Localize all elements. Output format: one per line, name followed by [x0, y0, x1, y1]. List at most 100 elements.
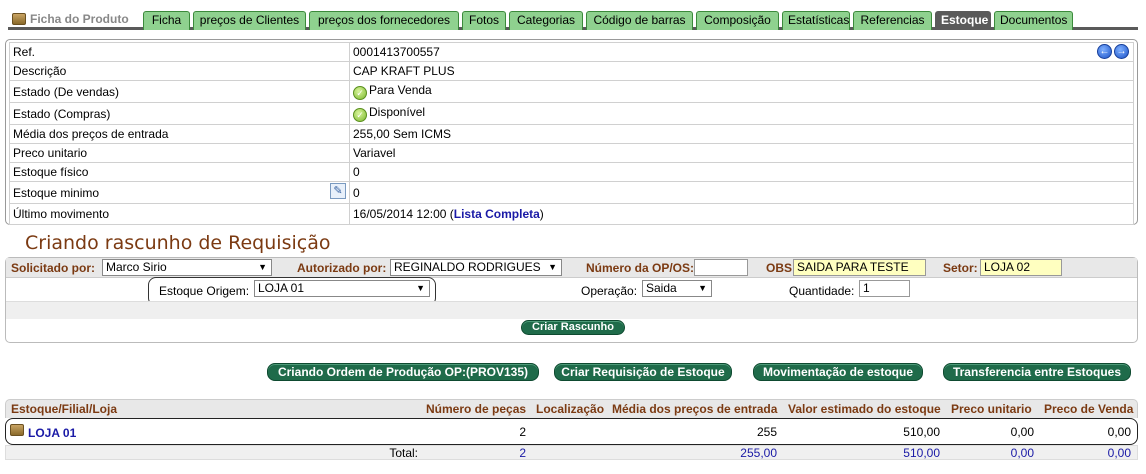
ultimo-cell: 16/05/2014 12:00 (Lista Completa)	[349, 203, 1134, 225]
tab-bar: Ficha do Produto Ficha preços de Cliente…	[8, 8, 1138, 30]
origem-select[interactable]: LOJA 01 ▼	[254, 280, 430, 297]
media-value: 255,00 Sem ICMS	[349, 124, 1134, 144]
stock-row-unitario: 0,00	[1010, 425, 1034, 439]
tab-estatisticas[interactable]: Estatísticas	[782, 11, 850, 30]
table-row: LOJA 01 2 255 510,00 0,00 0,00	[5, 418, 1138, 445]
header-valor: Valor estimado do estoque	[788, 402, 941, 416]
header-venda: Preco de Venda	[1044, 402, 1134, 416]
chevron-down-icon: ▼	[258, 262, 267, 272]
estado-compras-cell: ✓ Disponível	[349, 102, 1134, 125]
warehouse-box-icon	[10, 424, 24, 436]
setor-input[interactable]: LOJA 02	[980, 259, 1062, 276]
autorizado-select[interactable]: REGINALDO RODRIGUES ▼	[390, 259, 562, 276]
op-label: Número da OP/OS:	[586, 261, 695, 275]
tab-precos-fornecedores[interactable]: preços dos fornecedores	[309, 11, 459, 30]
product-info-table: Ref. 0001413700557 Descrição CAP KRAFT P…	[9, 42, 1134, 225]
movimentacao-button[interactable]: Movimentação de estoque	[753, 363, 923, 381]
preco-value: Variavel	[349, 143, 1134, 163]
total-unitario: 0,00	[1010, 446, 1034, 460]
stock-row-name[interactable]: LOJA 01	[28, 426, 76, 440]
stock-row-valor: 510,00	[903, 425, 940, 439]
header-media: Média dos preços de entrada	[612, 402, 778, 416]
op-input[interactable]	[694, 259, 748, 276]
info-row-ultimo: Último movimento 16/05/2014 12:00 (Lista…	[9, 203, 1134, 225]
media-label: Média dos preços de entrada	[9, 124, 350, 144]
obs-input[interactable]: SAIDA PARA TESTE	[793, 259, 926, 276]
requisicao-row-3	[6, 301, 1137, 319]
preco-label: Preco unitario	[9, 143, 350, 163]
fisico-label: Estoque físico	[9, 162, 350, 182]
ref-value: 0001413700557	[349, 42, 1134, 62]
tab-codigo-barras[interactable]: Código de barras	[586, 11, 693, 30]
tab-title-label: Ficha do Produto	[30, 12, 129, 26]
total-valor: 510,00	[903, 446, 940, 460]
product-info-panel: ← → Ref. 0001413700557 Descrição CAP KRA…	[5, 39, 1138, 225]
check-status-icon: ✓	[353, 86, 367, 100]
tab-referencias[interactable]: Referencias	[853, 11, 932, 30]
info-row-media: Média dos preços de entrada 255,00 Sem I…	[9, 124, 1134, 144]
descricao-value: CAP KRAFT PLUS	[349, 61, 1134, 81]
chevron-down-icon: ▼	[698, 283, 707, 293]
tab-categorias[interactable]: Categorias	[509, 11, 583, 30]
info-row-preco: Preco unitario Variavel	[9, 143, 1134, 163]
autorizado-label: Autorizado por:	[297, 261, 387, 275]
estado-vendas-value: Para Venda	[369, 83, 432, 97]
tab-estoque[interactable]: Estoque	[935, 11, 991, 30]
info-row-estado-compras: Estado (Compras) ✓ Disponível	[9, 102, 1134, 125]
edit-pencil-icon[interactable]: ✎	[330, 183, 346, 199]
operacao-label: Operação:	[581, 284, 638, 298]
stock-row-pecas: 2	[519, 425, 526, 439]
solicitado-label: Solicitado por:	[11, 261, 95, 275]
check-status-icon: ✓	[353, 108, 367, 122]
header-pecas: Número de peças	[426, 402, 527, 416]
total-pecas: 2	[519, 446, 526, 460]
setor-label: Setor:	[943, 261, 978, 275]
stock-row-venda: 0,00	[1107, 425, 1131, 439]
info-row-descricao: Descrição CAP KRAFT PLUS	[9, 61, 1134, 81]
origem-value: LOJA 01	[258, 281, 305, 295]
operacao-select[interactable]: Saida ▼	[642, 280, 712, 297]
stock-total-row: Total: 2 255,00 510,00 0,00 0,00	[5, 445, 1138, 460]
info-row-ref: Ref. 0001413700557	[9, 42, 1134, 62]
quantidade-label: Quantidade:	[789, 284, 855, 298]
stock-row-media: 255	[756, 425, 777, 439]
criar-rascunho-button[interactable]: Criar Rascunho	[521, 320, 625, 335]
next-arrow-icon[interactable]: →	[1114, 44, 1129, 59]
header-localizacao: Localização	[536, 402, 605, 416]
record-nav: ← →	[1097, 44, 1129, 59]
ordem-producao-button[interactable]: Criando Ordem de Produção OP:(PROV135)	[267, 363, 539, 381]
product-sheet-title: Ficha do Produto	[12, 12, 129, 26]
criar-requisicao-button[interactable]: Criar Requisição de Estoque	[554, 363, 732, 381]
ref-label: Ref.	[9, 42, 350, 62]
tab-ficha[interactable]: Ficha	[143, 11, 190, 30]
previous-arrow-icon[interactable]: ←	[1097, 44, 1112, 59]
requisicao-form: Solicitado por: Marco Sirio ▼ Autorizado …	[5, 257, 1138, 343]
header-unitario: Preco unitario	[951, 402, 1032, 416]
ultimo-date: 16/05/2014 12:00	[353, 207, 447, 221]
estado-vendas-label: Estado (De vendas)	[9, 80, 350, 103]
obs-label: OBS:	[766, 261, 796, 275]
estado-vendas-cell: ✓ Para Venda	[349, 80, 1134, 103]
autorizado-value: REGINALDO RODRIGUES	[394, 260, 541, 274]
total-media: 255,00	[740, 446, 777, 460]
transferencia-button[interactable]: Transferencia entre Estoques	[943, 363, 1131, 381]
estado-compras-value: Disponível	[369, 105, 426, 119]
info-row-minimo: Estoque minimo ✎ 0	[9, 181, 1134, 204]
product-box-icon	[12, 13, 26, 25]
lista-completa-link[interactable]: Lista Completa	[454, 207, 540, 221]
estado-compras-label: Estado (Compras)	[9, 102, 350, 125]
quantidade-input[interactable]: 1	[859, 280, 910, 297]
origem-label: Estoque Origem:	[159, 284, 250, 298]
descricao-label: Descrição	[9, 61, 350, 81]
minimo-label: Estoque minimo	[13, 185, 100, 200]
minimo-value: 0	[349, 181, 1134, 204]
solicitado-value: Marco Sirio	[106, 260, 167, 274]
tab-precos-clientes[interactable]: preços de Clientes	[193, 11, 306, 30]
tab-fotos[interactable]: Fotos	[462, 11, 506, 30]
tab-composicao[interactable]: Composição	[696, 11, 779, 30]
solicitado-select[interactable]: Marco Sirio ▼	[102, 259, 272, 276]
chevron-down-icon: ▼	[416, 283, 425, 293]
info-row-fisico: Estoque físico 0	[9, 162, 1134, 182]
tab-documentos[interactable]: Documentos	[994, 11, 1073, 30]
minimo-label-cell: Estoque minimo ✎	[9, 181, 350, 204]
